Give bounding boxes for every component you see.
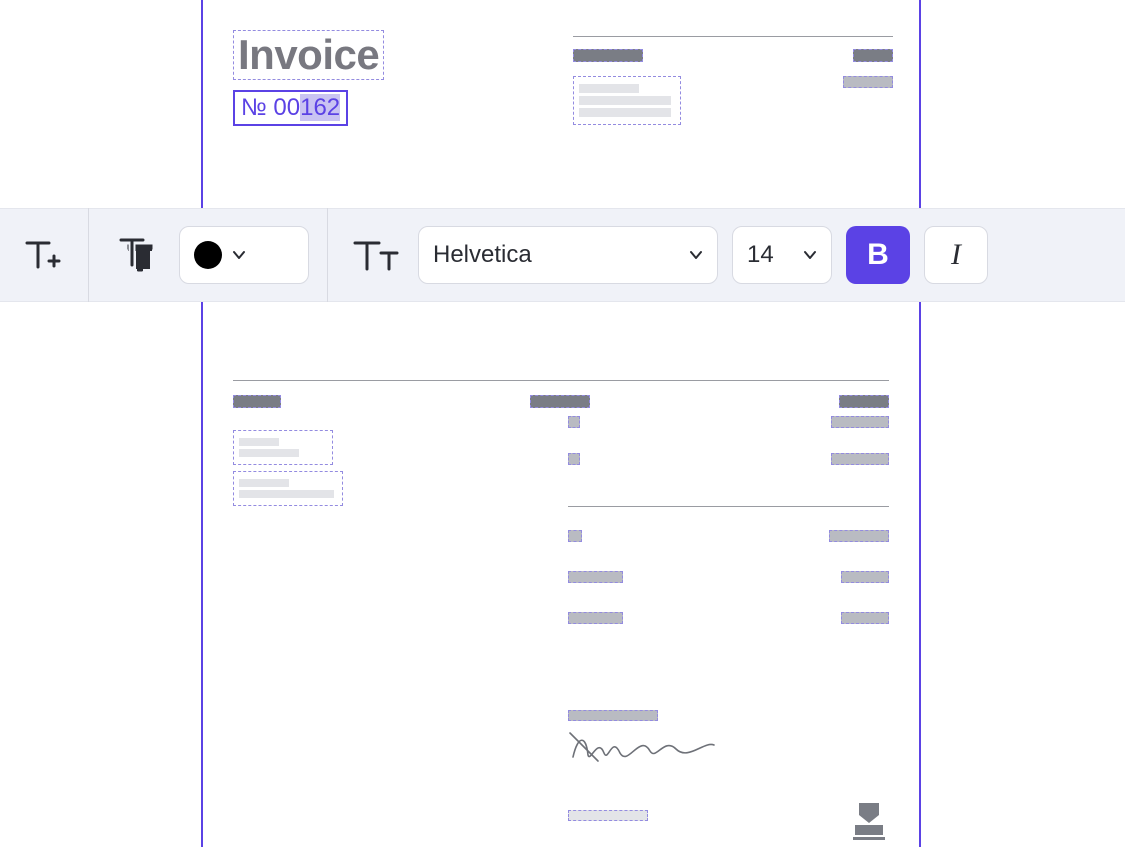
signature-icon [568, 727, 718, 765]
summary-label-placeholder[interactable] [568, 530, 582, 542]
chevron-down-icon [803, 248, 817, 262]
column-header-placeholder[interactable] [530, 395, 590, 408]
font-size-value: 14 [747, 241, 774, 269]
summary-label-placeholder[interactable] [568, 571, 623, 583]
color-swatch-icon [194, 241, 222, 269]
bold-label: B [867, 238, 889, 272]
summary-value-placeholder[interactable] [829, 530, 889, 542]
document-title[interactable]: Invoice [233, 30, 384, 80]
invoice-number-selection: 162 [300, 94, 340, 121]
chevron-down-icon [689, 248, 703, 262]
text-add-icon [21, 235, 61, 275]
text-size-icon [351, 235, 399, 275]
font-size-tool-button[interactable] [346, 226, 404, 284]
qty-placeholder[interactable] [568, 416, 580, 428]
qty-placeholder[interactable] [568, 453, 580, 465]
text-format-toolbar: Helvetica 14 B I [0, 208, 1125, 302]
header-right-block [573, 36, 893, 133]
text-shadow-button[interactable] [107, 226, 165, 284]
font-family-value: Helvetica [433, 241, 532, 269]
line-item-placeholder[interactable] [233, 471, 343, 506]
italic-label: I [951, 238, 961, 272]
summary-value-placeholder[interactable] [841, 612, 889, 624]
font-size-select[interactable]: 14 [732, 226, 832, 284]
italic-button[interactable]: I [924, 226, 988, 284]
invoice-page: Invoice № 00162 [201, 0, 921, 847]
text-shadow-icon [116, 235, 156, 275]
summary-label-placeholder[interactable] [568, 612, 623, 624]
placeholder-address-field[interactable] [573, 76, 681, 125]
line-item-placeholder[interactable] [233, 430, 333, 465]
footer-placeholder[interactable] [568, 810, 648, 821]
signature-label-placeholder[interactable] [568, 710, 658, 721]
toolbar-separator [327, 208, 328, 302]
price-placeholder[interactable] [831, 453, 889, 465]
price-placeholder[interactable] [831, 416, 889, 428]
summary-value-placeholder[interactable] [841, 571, 889, 583]
bold-button[interactable]: B [846, 226, 910, 284]
invoice-number-prefix: № 00 [241, 94, 300, 121]
invoice-body [233, 380, 889, 512]
column-header-placeholder[interactable] [839, 395, 889, 408]
add-text-button[interactable] [12, 226, 70, 284]
signature-block [568, 710, 728, 770]
stamp-icon [849, 801, 889, 841]
text-color-picker[interactable] [179, 226, 309, 284]
placeholder-field[interactable] [843, 76, 893, 88]
placeholder-field[interactable] [853, 49, 893, 62]
placeholder-field[interactable] [573, 49, 643, 62]
invoice-number-field[interactable]: № 00162 [233, 90, 348, 126]
toolbar-separator [88, 208, 89, 302]
column-header-placeholder[interactable] [233, 395, 281, 408]
font-family-select[interactable]: Helvetica [418, 226, 718, 284]
chevron-down-icon [232, 248, 246, 262]
